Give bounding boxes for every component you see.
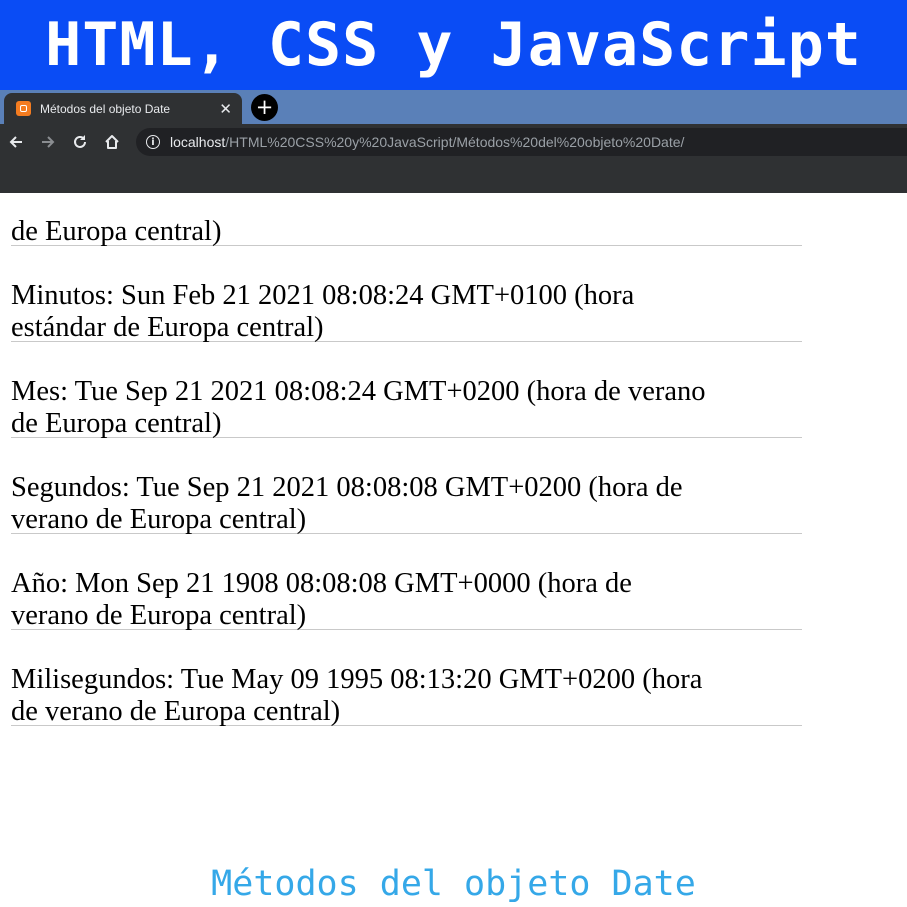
- date-output-entry: de Europa central): [11, 193, 802, 247]
- entry-line-1: Milisegundos: Tue May 09 1995 08:13:20 G…: [11, 664, 703, 695]
- entry-line-1: [11, 193, 802, 216]
- home-icon[interactable]: [96, 126, 128, 158]
- url-path: /HTML%20CSS%20y%20JavaScript/Métodos%20d…: [225, 134, 685, 150]
- title-banner: HTML, CSS y JavaScript: [0, 0, 907, 90]
- tab-favicon-icon: [16, 101, 31, 116]
- banner-title: HTML, CSS y JavaScript: [45, 10, 862, 80]
- entry-line-2: de Europa central): [11, 408, 222, 439]
- address-url[interactable]: localhost/HTML%20CSS%20y%20JavaScript/Mé…: [170, 134, 684, 150]
- forward-arrow-icon[interactable]: [32, 126, 64, 158]
- entry-line-1: Segundos: Tue Sep 21 2021 08:08:08 GMT+0…: [11, 472, 683, 503]
- date-output-entry: Mes: Tue Sep 21 2021 08:08:24 GMT+0200 (…: [11, 342, 802, 439]
- date-output-entry: Año: Mon Sep 21 1908 08:08:08 GMT+0000 (…: [11, 534, 802, 631]
- address-bar[interactable]: i localhost/HTML%20CSS%20y%20JavaScript/…: [136, 128, 907, 156]
- new-tab-button[interactable]: +: [251, 94, 278, 121]
- date-output-entry: Minutos: Sun Feb 21 2021 08:08:24 GMT+01…: [11, 246, 802, 343]
- browser-tab[interactable]: Métodos del objeto Date ✕: [4, 93, 242, 124]
- tab-close-icon[interactable]: ✕: [219, 100, 232, 118]
- date-output-entry: Milisegundos: Tue May 09 1995 08:13:20 G…: [11, 630, 802, 727]
- back-arrow-icon[interactable]: [0, 126, 32, 158]
- entry-line-1: Año: Mon Sep 21 1908 08:08:08 GMT+0000 (…: [11, 568, 632, 599]
- entry-line-2: estándar de Europa central): [11, 312, 324, 343]
- page-content: de Europa central) Minutos: Sun Feb 21 2…: [0, 193, 907, 907]
- entry-line-2: de Europa central): [11, 216, 222, 247]
- date-output-entry: Segundos: Tue Sep 21 2021 08:08:08 GMT+0…: [11, 438, 802, 535]
- entry-line-1: Minutos: Sun Feb 21 2021 08:08:24 GMT+01…: [11, 280, 635, 311]
- toolbar-strip: [0, 160, 907, 193]
- url-host: localhost: [170, 134, 226, 150]
- info-icon[interactable]: i: [146, 135, 160, 149]
- entry-line-2: de verano de Europa central): [11, 696, 341, 727]
- video-caption: Métodos del objeto Date: [211, 864, 696, 904]
- entry-line-2: verano de Europa central): [11, 600, 307, 631]
- tab-bar: Métodos del objeto Date ✕ +: [0, 90, 907, 124]
- entry-line-2: verano de Europa central): [11, 504, 307, 535]
- entry-line-1: Mes: Tue Sep 21 2021 08:08:24 GMT+0200 (…: [11, 376, 706, 407]
- browser-toolbar: i localhost/HTML%20CSS%20y%20JavaScript/…: [0, 124, 907, 160]
- reload-icon[interactable]: [64, 126, 96, 158]
- tab-title: Métodos del objeto Date: [40, 101, 171, 116]
